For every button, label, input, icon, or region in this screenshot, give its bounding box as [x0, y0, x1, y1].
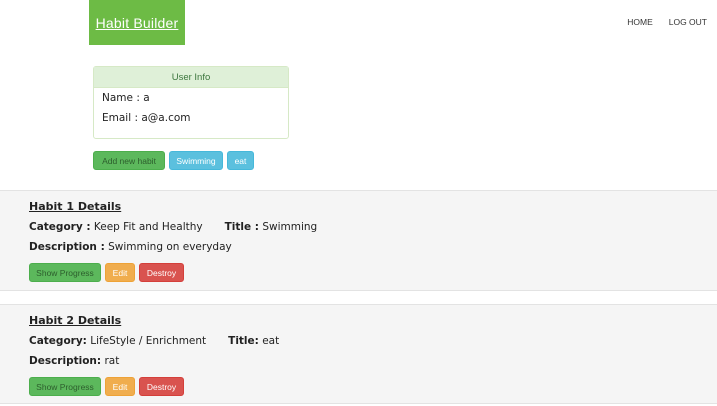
- add-new-habit-button[interactable]: Add new habit: [93, 151, 165, 170]
- description-label: Description:: [29, 355, 102, 367]
- description-value: rat: [104, 355, 120, 367]
- user-email-label: Email :: [102, 112, 139, 124]
- show-progress-button[interactable]: Show Progress: [29, 263, 101, 282]
- habit-eat-button[interactable]: eat: [227, 151, 254, 170]
- category-value: LifeStyle / Enrichment: [90, 335, 207, 347]
- habit-category-row: Category : Keep Fit and Healthy Title : …: [29, 221, 317, 234]
- habit-details-card: Habit 2 Details Category: LifeStyle / En…: [0, 304, 717, 404]
- brand-link[interactable]: Habit Builder: [96, 15, 179, 31]
- top-nav: HOME LOG OUT: [627, 17, 707, 27]
- title-value: Swimming: [262, 221, 318, 233]
- description-value: Swimming on everyday: [108, 241, 232, 253]
- category-label: Category:: [29, 335, 87, 347]
- user-name-label: Name :: [102, 92, 140, 104]
- habit-swimming-button[interactable]: Swimming: [169, 151, 223, 170]
- title-label: Title :: [224, 221, 259, 233]
- title-label: Title:: [228, 335, 259, 347]
- destroy-button[interactable]: Destroy: [139, 263, 184, 282]
- show-progress-button[interactable]: Show Progress: [29, 377, 101, 396]
- habit-title: Habit 1 Details: [29, 200, 122, 213]
- user-name-row: Name : a: [94, 88, 288, 108]
- category-label: Category :: [29, 221, 91, 233]
- user-email-row: Email : a@a.com: [94, 108, 288, 128]
- brand-logo[interactable]: Habit Builder: [89, 0, 185, 45]
- user-name-value: a: [143, 92, 150, 104]
- habit-button-bar: Add new habit Swimming eat: [93, 151, 254, 170]
- nav-logout-link[interactable]: LOG OUT: [669, 17, 707, 27]
- habit-actions: Show Progress Edit Destroy: [29, 377, 279, 396]
- title-value: eat: [262, 335, 280, 347]
- habit-category-row: Category: LifeStyle / Enrichment Title: …: [29, 335, 279, 348]
- destroy-button[interactable]: Destroy: [139, 377, 184, 396]
- category-value: Keep Fit and Healthy: [93, 221, 203, 233]
- habit-actions: Show Progress Edit Destroy: [29, 263, 317, 282]
- nav-home-link[interactable]: HOME: [627, 17, 653, 27]
- habit-details-card: Habit 1 Details Category : Keep Fit and …: [0, 190, 717, 291]
- habit-description-row: Description : Swimming on everyday: [29, 241, 317, 254]
- habit-title: Habit 2 Details: [29, 314, 122, 327]
- edit-button[interactable]: Edit: [105, 263, 135, 282]
- description-label: Description :: [29, 241, 105, 253]
- edit-button[interactable]: Edit: [105, 377, 135, 396]
- user-info-heading: User Info: [94, 67, 288, 88]
- user-email-value: a@a.com: [141, 112, 191, 124]
- user-info-panel: User Info Name : a Email : a@a.com: [93, 66, 289, 139]
- habit-description-row: Description: rat: [29, 355, 279, 368]
